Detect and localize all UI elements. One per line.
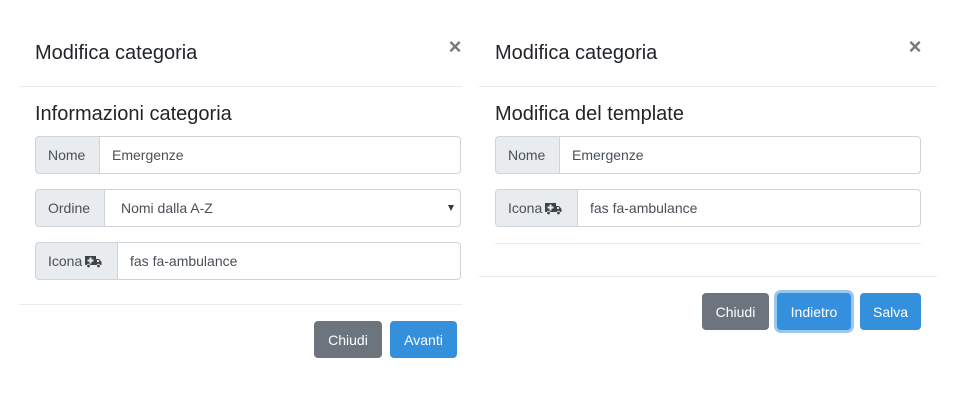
order-label: Ordine bbox=[35, 189, 104, 227]
modal-header: Modifica categoria × bbox=[19, 0, 462, 87]
name-input[interactable]: Emergenze bbox=[559, 136, 921, 174]
close-button[interactable]: Chiudi bbox=[702, 293, 769, 330]
close-icon[interactable]: × bbox=[444, 36, 466, 58]
back-button[interactable]: Indietro bbox=[777, 293, 851, 330]
body-divider bbox=[495, 243, 921, 244]
modal-header: Modifica categoria × bbox=[479, 0, 937, 87]
modal-title: Modifica categoria bbox=[35, 42, 198, 64]
edit-category-modal-step2: Modifica categoria × Modifica del templa… bbox=[479, 0, 937, 330]
icon-input[interactable]: fas fa-ambulance bbox=[577, 189, 921, 227]
close-icon[interactable]: × bbox=[904, 36, 926, 58]
icon-input[interactable]: fas fa-ambulance bbox=[117, 242, 461, 280]
name-input[interactable]: Emergenze bbox=[99, 136, 461, 174]
icon-input-group: Icona fas fa-ambulance bbox=[495, 189, 921, 227]
ambulance-icon bbox=[545, 202, 562, 215]
next-button[interactable]: Avanti bbox=[390, 321, 457, 358]
order-select-value: Nomi dalla A-Z bbox=[121, 200, 213, 216]
name-input-group: Nome Emergenze bbox=[35, 136, 461, 174]
edit-category-modal-step1: Modifica categoria × Informazioni catego… bbox=[19, 0, 462, 358]
save-button[interactable]: Salva bbox=[860, 293, 921, 330]
icon-label: Icona bbox=[495, 189, 577, 227]
order-input-group: Ordine Nomi dalla A-Z bbox=[35, 189, 461, 227]
footer-divider bbox=[479, 276, 937, 277]
close-button[interactable]: Chiudi bbox=[314, 321, 382, 358]
icon-input-group: Icona fas fa-ambulance bbox=[35, 242, 461, 280]
name-input-group: Nome Emergenze bbox=[495, 136, 921, 174]
name-label: Nome bbox=[35, 136, 99, 174]
icon-label-text: Icona bbox=[508, 200, 543, 216]
modal-title: Modifica categoria bbox=[495, 42, 658, 64]
icon-label: Icona bbox=[35, 242, 117, 280]
footer-divider bbox=[19, 304, 462, 305]
order-select[interactable]: Nomi dalla A-Z bbox=[104, 189, 461, 227]
chevron-down-icon bbox=[448, 205, 454, 211]
section-title: Informazioni categoria bbox=[35, 103, 232, 125]
name-label: Nome bbox=[495, 136, 559, 174]
section-title: Modifica del template bbox=[495, 103, 684, 125]
icon-label-text: Icona bbox=[48, 253, 83, 269]
ambulance-icon bbox=[85, 255, 102, 268]
